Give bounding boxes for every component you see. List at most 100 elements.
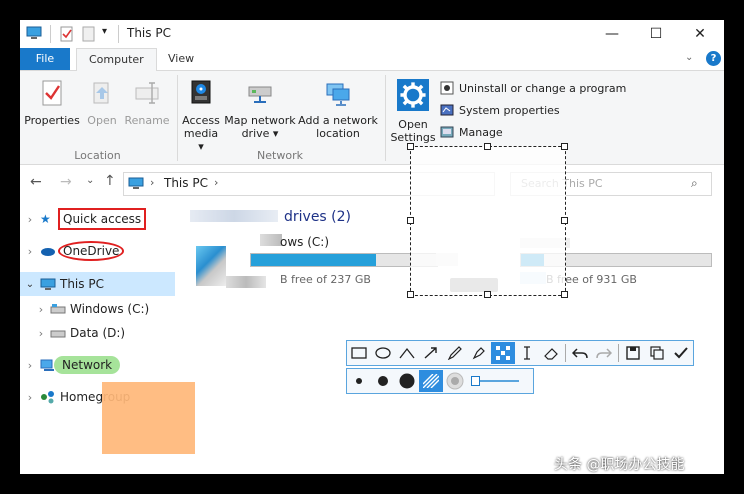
toolbar-separator (565, 344, 566, 362)
marker-tool-icon[interactable] (467, 342, 491, 364)
up-arrow-icon[interactable]: ↑ (104, 173, 116, 189)
text-tool-icon[interactable] (515, 342, 539, 364)
undo-icon[interactable] (568, 342, 592, 364)
map-network-drive-icon (248, 86, 272, 103)
ellipse-tool-icon[interactable] (371, 342, 395, 364)
quick-access-dropdown-icon[interactable]: ▾ (102, 26, 107, 37)
add-network-location-button[interactable]: Add a network location (298, 79, 378, 140)
expand-chevron-icon[interactable]: › (20, 213, 40, 226)
forward-arrow-icon[interactable]: → (60, 174, 72, 190)
group-location-label: Location (74, 149, 121, 162)
title-bar: ▾ This PC — ☐ ✕ (20, 20, 724, 48)
breadcrumb-chevron-icon[interactable]: › (214, 176, 218, 189)
blur-strength-slider[interactable] (467, 370, 521, 392)
system-properties-icon (440, 104, 454, 116)
recent-locations-icon[interactable]: ⌄ (86, 175, 94, 186)
expand-chevron-icon[interactable]: › (20, 391, 40, 404)
homegroup-icon (41, 391, 54, 404)
resize-handle[interactable] (561, 143, 568, 150)
arrow-tool-icon[interactable] (419, 342, 443, 364)
open-button[interactable]: Open (82, 79, 122, 127)
drive-c-usage-fill (251, 254, 376, 266)
expand-chevron-icon[interactable]: › (20, 245, 40, 258)
copy-icon[interactable] (645, 342, 669, 364)
ribbon: Properties Open Rename Location Access m… (20, 71, 724, 165)
help-icon[interactable]: ? (706, 51, 721, 66)
uninstall-program-button[interactable]: Uninstall or change a program (440, 81, 626, 95)
eraser-tool-icon[interactable] (539, 342, 563, 364)
access-media-label-1: Access (182, 114, 220, 127)
resize-handle[interactable] (407, 217, 414, 224)
close-button[interactable]: ✕ (678, 20, 722, 48)
drive-icon (50, 330, 66, 338)
drive-c-icon[interactable] (196, 246, 226, 286)
nav-item-quick-access[interactable]: › ★ Quick access (20, 208, 175, 230)
mosaic-tool-icon[interactable] (491, 342, 515, 364)
nav-item-windows-c[interactable]: › Windows (C:) (32, 298, 175, 320)
manage-button[interactable]: Manage (440, 125, 503, 139)
properties-button[interactable]: Properties (24, 79, 80, 127)
system-properties-button[interactable]: System properties (440, 103, 560, 117)
slider-thumb[interactable] (471, 376, 480, 386)
nav-item-onedrive[interactable]: › OneDrive (20, 240, 175, 262)
nav-label-onedrive: OneDrive (58, 241, 125, 261)
mosaic-pattern-icon[interactable] (419, 370, 443, 392)
collapse-chevron-icon[interactable]: ⌄ (20, 279, 40, 290)
drive-c-free-text: B free of 237 GB (280, 273, 371, 286)
rename-label: Rename (124, 114, 170, 127)
redo-icon[interactable] (592, 342, 616, 364)
nav-item-this-pc[interactable]: ⌄ This PC (20, 272, 175, 296)
minimize-button[interactable]: — (590, 20, 634, 48)
breadcrumb-this-pc[interactable]: This PC (164, 176, 208, 190)
drive-c-name[interactable]: ows (C:) (280, 235, 329, 249)
resize-handle[interactable] (561, 291, 568, 298)
tab-file[interactable]: File (20, 48, 70, 70)
rename-button[interactable]: Rename (122, 79, 172, 127)
open-icon (93, 82, 109, 104)
nav-label-this-pc: This PC (60, 277, 104, 291)
add-location-label-2: location (316, 127, 360, 140)
ribbon-separator (177, 75, 178, 161)
tab-computer[interactable]: Computer (76, 48, 157, 72)
uninstall-label: Uninstall or change a program (459, 81, 627, 95)
resize-handle[interactable] (561, 217, 568, 224)
rectangle-tool-icon[interactable] (347, 342, 371, 364)
small-dot-size-icon[interactable] (347, 370, 371, 392)
expand-chevron-icon[interactable]: › (32, 303, 50, 316)
blur-pattern-icon[interactable] (443, 370, 467, 392)
nav-label-windows-c: Windows (C:) (70, 302, 150, 316)
polyline-tool-icon[interactable] (395, 342, 419, 364)
manage-label: Manage (459, 125, 503, 139)
nav-label-data-d: Data (D:) (70, 326, 126, 340)
add-location-label-1: Add a network (298, 114, 378, 127)
confirm-check-icon[interactable] (669, 342, 693, 364)
resize-handle[interactable] (407, 143, 414, 150)
back-arrow-icon[interactable]: ← (30, 174, 42, 190)
map-network-drive-button[interactable]: Map network drive ▾ (224, 79, 296, 140)
expand-chevron-icon[interactable]: › (20, 359, 40, 372)
pencil-tool-icon[interactable] (443, 342, 467, 364)
medium-dot-size-icon[interactable] (371, 370, 395, 392)
expand-chevron-icon[interactable]: › (32, 327, 50, 340)
open-settings-button[interactable]: Open Settings (390, 79, 436, 144)
tab-view[interactable]: View (156, 48, 206, 70)
properties-quick-icon[interactable] (60, 26, 74, 42)
collapse-ribbon-icon[interactable]: ⌄ (685, 52, 693, 63)
nav-item-data-d[interactable]: › Data (D:) (32, 322, 175, 344)
resize-handle[interactable] (484, 143, 491, 150)
blurred-drive-mosaic (226, 276, 266, 288)
group-network-label: Network (257, 149, 303, 162)
large-dot-size-icon[interactable] (395, 370, 419, 392)
resize-handle[interactable] (407, 291, 414, 298)
save-icon[interactable] (621, 342, 645, 364)
nav-label-quick-access: Quick access (58, 208, 147, 230)
cloud-icon (41, 248, 55, 256)
maximize-button[interactable]: ☐ (634, 20, 678, 48)
capture-selection-rect[interactable] (407, 143, 568, 298)
new-folder-quick-icon[interactable] (82, 26, 96, 42)
nav-item-network[interactable]: › Network (20, 354, 175, 376)
search-icon[interactable]: ⌕ (691, 176, 698, 191)
access-media-button[interactable]: Access media ▾ (180, 79, 222, 153)
blurred-name-mosaic (260, 234, 282, 246)
resize-handle[interactable] (484, 291, 491, 298)
